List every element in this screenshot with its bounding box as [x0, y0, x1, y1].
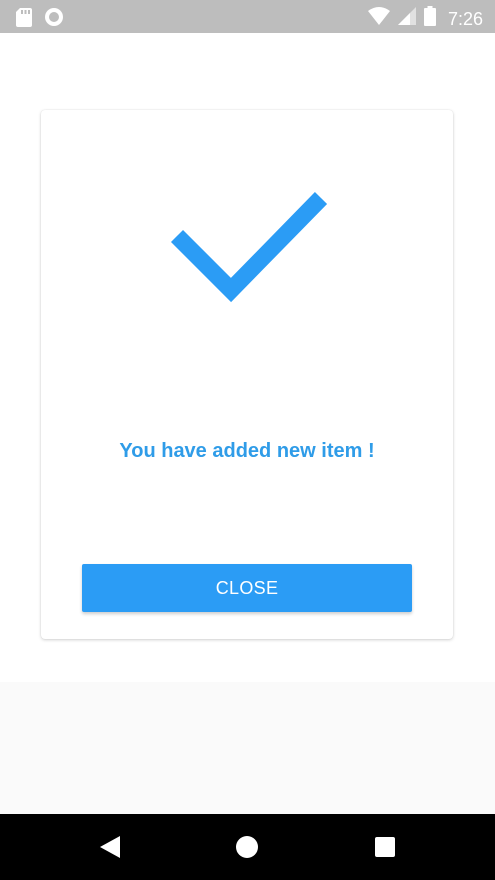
cell-signal-icon [397, 7, 416, 30]
status-bar: 7:26 [0, 0, 495, 33]
home-icon[interactable] [234, 834, 260, 860]
status-time: 7:26 [447, 8, 483, 29]
recents-icon[interactable] [372, 834, 398, 860]
sd-card-icon [16, 7, 32, 32]
status-left-icons [16, 7, 64, 32]
circle-notification-icon [44, 7, 64, 32]
background-panel [0, 682, 495, 814]
battery-icon [423, 6, 436, 31]
navigation-bar [0, 814, 495, 880]
success-message: You have added new item ! [119, 440, 375, 462]
wifi-icon [367, 7, 390, 30]
success-dialog: You have added new item ! CLOSE [41, 110, 453, 639]
back-icon[interactable] [97, 834, 123, 860]
checkmark-icon [169, 190, 329, 310]
close-button[interactable]: CLOSE [82, 564, 412, 612]
status-right-icons: 7:26 [367, 6, 483, 31]
